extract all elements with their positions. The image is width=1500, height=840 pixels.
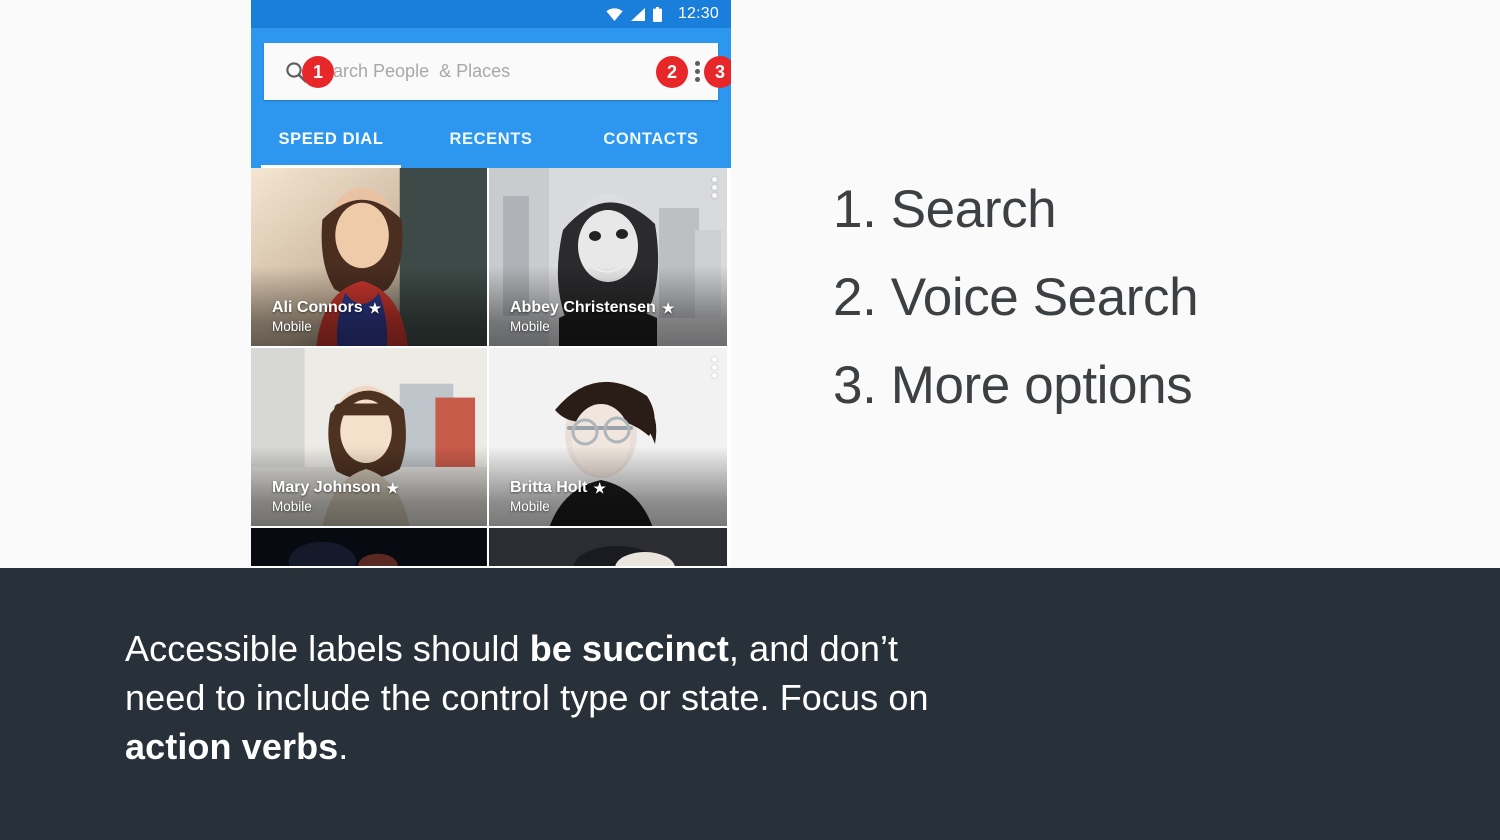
callout-badge-1: 1	[302, 55, 334, 88]
search-bar-trailing: 2 3	[656, 55, 731, 88]
search-bar[interactable]: 1 Search People & Places 2 3	[264, 43, 731, 100]
contact-card[interactable]: Mary Johnson ★ Mobile	[251, 348, 489, 528]
star-icon: ★	[593, 479, 606, 496]
search-input[interactable]: Search People & Places	[311, 61, 510, 82]
callout-list: 1. Search 2. Voice Search 3. More option…	[833, 166, 1453, 430]
callout-item-2: 2. Voice Search	[833, 268, 1199, 327]
status-bar-time: 12:30	[677, 5, 719, 22]
contact-name: Mary Johnson	[272, 479, 381, 496]
contact-photo	[251, 528, 487, 566]
footer-banner: Accessible labels should be succinct, an…	[0, 568, 1500, 840]
callout-item-3: 3. More options	[833, 356, 1193, 415]
star-icon: ★	[661, 299, 675, 316]
app-bar: 1 Search People & Places 2 3 SPEED DIAL	[251, 28, 731, 168]
caption-part-3: .	[338, 726, 349, 767]
tab-contacts-label: CONTACTS	[603, 129, 699, 148]
caption-bold-2: action verbs	[125, 726, 339, 767]
contact-card-partial[interactable]	[251, 528, 489, 568]
star-icon: ★	[386, 479, 400, 496]
contact-photo	[489, 528, 727, 566]
battery-icon	[652, 6, 662, 22]
tab-bar: SPEED DIAL RECENTS CONTACTS	[251, 110, 731, 168]
search-bar-leading: 1 Search People & Places	[264, 55, 510, 88]
contact-name: Abbey Christensen	[510, 299, 656, 316]
tab-recents-label: RECENTS	[449, 129, 533, 148]
contact-name-row: Britta Holt ★	[510, 479, 606, 497]
callout-badge-3: 3	[704, 55, 731, 88]
contact-card[interactable]: Britta Holt ★ Mobile	[489, 348, 727, 528]
star-icon: ★	[368, 299, 382, 316]
more-options-icon[interactable]	[695, 61, 700, 82]
contact-name: Ali Connors	[272, 299, 363, 316]
caption-text: Accessible labels should be succinct, an…	[125, 624, 965, 771]
caption-bold-1: be succinct	[529, 628, 729, 669]
contact-card-partial[interactable]	[489, 528, 727, 568]
callout-item-1: 1. Search	[833, 180, 1057, 239]
contact-meta: Mary Johnson ★ Mobile	[272, 479, 399, 514]
caption-part-1: Accessible labels should	[125, 628, 530, 669]
status-bar: 12:30	[251, 0, 731, 28]
contact-name: Britta Holt	[510, 479, 588, 496]
contact-name-row: Mary Johnson ★	[272, 479, 399, 497]
contact-card[interactable]: Abbey Christensen ★ Mobile	[489, 168, 727, 348]
contact-name-row: Abbey Christensen ★	[510, 299, 674, 317]
callout-badge-2: 2	[656, 55, 688, 88]
contact-label: Mobile	[510, 319, 550, 334]
contact-label: Mobile	[272, 319, 312, 334]
contact-meta: Abbey Christensen ★ Mobile	[510, 299, 674, 334]
status-bar-icons: 12:30	[606, 5, 719, 23]
contact-meta: Ali Connors ★ Mobile	[272, 299, 381, 334]
tab-recents[interactable]: RECENTS	[411, 110, 571, 168]
contact-card[interactable]: Ali Connors ★ Mobile	[251, 168, 489, 348]
wifi-icon	[606, 7, 623, 21]
signal-icon	[630, 7, 645, 21]
tab-contacts[interactable]: CONTACTS	[571, 110, 731, 168]
card-more-options-icon[interactable]	[712, 177, 717, 198]
tab-speed-dial-label: SPEED DIAL	[278, 129, 384, 148]
contact-label: Mobile	[510, 499, 550, 514]
card-more-options-icon[interactable]	[712, 357, 717, 378]
contact-grid: Ali Connors ★ Mobile Abbey Christensen ★…	[251, 168, 731, 568]
contact-label: Mobile	[272, 499, 312, 514]
contact-name-row: Ali Connors ★	[272, 299, 381, 317]
contact-meta: Britta Holt ★ Mobile	[510, 479, 606, 514]
phone-mockup: 12:30 1 Search People & Places 2 3 SPEED…	[251, 0, 731, 568]
tab-speed-dial[interactable]: SPEED DIAL	[251, 110, 411, 168]
